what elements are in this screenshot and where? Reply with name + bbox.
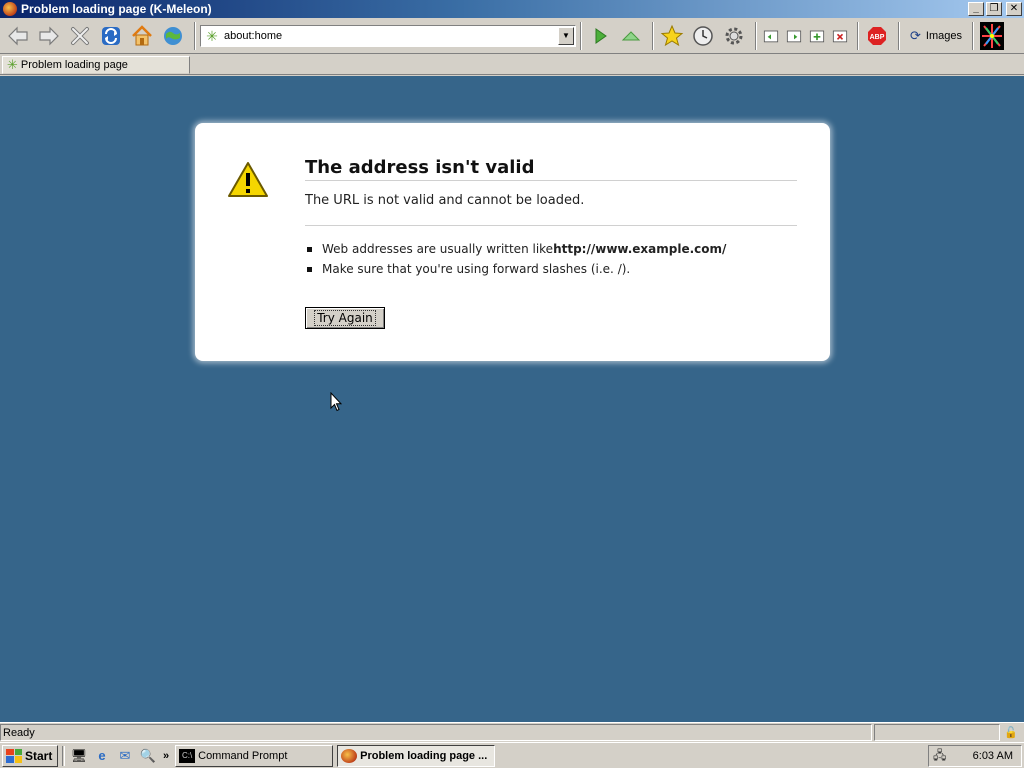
images-refresh-icon: ⟳ <box>910 27 921 43</box>
windows-taskbar: Start 🖥 e ✉ 🔍 » C:\ Command Prompt Probl… <box>0 742 1024 768</box>
search-icon[interactable]: 🔍 <box>138 746 158 766</box>
close-layer-button[interactable] <box>830 22 850 50</box>
up-arrow-icon <box>621 30 641 40</box>
list-item: Web addresses are usually written like h… <box>307 239 726 259</box>
example-url: http://www.example.com/ <box>553 242 727 256</box>
cmd-icon: C:\ <box>179 748 196 763</box>
internet-explorer-icon[interactable]: e <box>92 746 112 766</box>
forward-button[interactable] <box>35 22 63 50</box>
new-layer-button[interactable] <box>807 22 827 50</box>
kmeleon-icon <box>341 748 358 763</box>
suggestion-text: Web addresses are usually written like <box>322 242 554 256</box>
network-icon[interactable]: 🖧 <box>933 746 951 767</box>
history-button[interactable] <box>689 22 717 50</box>
mouse-cursor-icon <box>330 392 342 412</box>
window-titlebar[interactable]: Problem loading page (K-Meleon) _ ❐ ✕ <box>0 0 1024 18</box>
toolbar-separator <box>971 21 974 50</box>
go-button[interactable] <box>586 22 614 50</box>
toolbar-separator <box>580 21 582 50</box>
task-label: Command Prompt <box>198 749 288 762</box>
bookmarks-button[interactable] <box>658 22 686 50</box>
reload-button[interactable] <box>97 22 125 50</box>
minimize-button[interactable]: _ <box>968 2 984 16</box>
home-button[interactable] <box>128 22 156 50</box>
show-desktop-icon[interactable]: 🖥 <box>69 746 89 766</box>
window-title: Problem loading page (K-Meleon) <box>21 2 212 16</box>
windows-flag-icon <box>6 748 22 763</box>
suggestion-text: Make sure that you're using forward slas… <box>322 262 631 276</box>
try-again-button[interactable]: Try Again <box>305 307 385 329</box>
layer-prev-button[interactable] <box>761 22 781 50</box>
error-description: The URL is not valid and cannot be loade… <box>305 193 585 208</box>
restore-button[interactable]: ❐ <box>986 2 1002 16</box>
url-dropdown-button[interactable]: ▼ <box>558 26 574 45</box>
error-title: The address isn't valid <box>305 157 797 181</box>
up-button[interactable] <box>617 22 645 50</box>
security-lock-icon[interactable]: 🔓 <box>1002 724 1020 741</box>
start-button[interactable]: Start <box>2 744 58 767</box>
window-next-icon <box>786 30 802 42</box>
site-loading-icon: ✳ <box>206 27 218 44</box>
task-label: Problem loading page ... <box>360 749 488 762</box>
adblock-stop-icon: ABP <box>868 26 886 45</box>
layer-next-button[interactable] <box>784 22 804 50</box>
back-arrow-icon <box>8 26 28 45</box>
status-progress-cell <box>874 723 1000 741</box>
tab-label: Problem loading page <box>20 59 128 71</box>
reload-icon <box>102 26 120 45</box>
site-loading-icon: ✳ <box>7 57 18 72</box>
quicklaunch-separator <box>62 745 65 766</box>
adblock-button[interactable]: ABP <box>863 22 891 50</box>
navigation-toolbar: ✳ about:home ▼ ABP ⟳ Images <box>0 18 1024 54</box>
url-bar[interactable]: ✳ about:home ▼ <box>200 24 576 47</box>
warning-icon <box>228 162 268 197</box>
clock[interactable]: 6:03 AM <box>951 750 1021 762</box>
toolbar-separator <box>652 21 654 50</box>
outlook-express-icon[interactable]: ✉ <box>115 746 135 766</box>
tab-bar: ✳ Problem loading page <box>0 55 1024 75</box>
svg-text:ABP: ABP <box>870 34 885 41</box>
star-icon <box>660 24 684 46</box>
stop-button[interactable] <box>66 22 94 50</box>
error-suggestions-list: Web addresses are usually written like h… <box>307 239 726 279</box>
try-again-label: Try Again <box>314 310 376 326</box>
bullet-icon <box>307 246 312 252</box>
clock-icon <box>693 25 713 46</box>
forward-arrow-icon <box>39 26 59 45</box>
system-tray: 🖧 6:03 AM <box>928 745 1022 767</box>
kmeleon-throbber-logo <box>979 21 1004 50</box>
close-button[interactable]: ✕ <box>1006 2 1022 16</box>
quicklaunch-more-chevron-icon[interactable]: » <box>163 750 169 762</box>
taskbar-item-command-prompt[interactable]: C:\ Command Prompt <box>175 744 334 767</box>
toolbar-separator <box>194 21 196 50</box>
toolbar-separator <box>857 21 859 50</box>
new-window-icon <box>809 30 825 42</box>
home-icon <box>132 24 152 45</box>
globe-button[interactable] <box>159 22 187 50</box>
images-toggle-button[interactable]: ⟳ Images <box>904 22 968 50</box>
error-page-box: The address isn't valid The URL is not v… <box>195 123 830 361</box>
taskbar-item-kmeleon[interactable]: Problem loading page ... <box>337 744 496 767</box>
error-divider <box>305 225 797 226</box>
preferences-button[interactable] <box>720 22 748 50</box>
images-label: Images <box>925 29 962 42</box>
toolbar-separator <box>755 21 757 50</box>
toolbar-separator <box>898 21 900 50</box>
start-label: Start <box>25 748 53 763</box>
close-window-icon <box>832 30 848 42</box>
stop-x-icon <box>71 26 89 45</box>
globe-icon <box>164 26 182 45</box>
url-input[interactable]: about:home <box>224 30 558 42</box>
gear-icon <box>725 27 743 44</box>
window-prev-icon <box>763 30 779 42</box>
bullet-icon <box>307 266 312 272</box>
list-item: Make sure that you're using forward slas… <box>307 259 726 279</box>
status-text: Ready <box>0 723 872 741</box>
kmeleon-app-icon <box>3 2 17 16</box>
back-button[interactable] <box>4 22 32 50</box>
play-go-icon <box>595 27 607 44</box>
page-content: The address isn't valid The URL is not v… <box>0 76 1024 722</box>
status-bar: Ready 🔓 <box>0 722 1024 741</box>
tab-problem-loading[interactable]: ✳ Problem loading page <box>2 56 190 74</box>
